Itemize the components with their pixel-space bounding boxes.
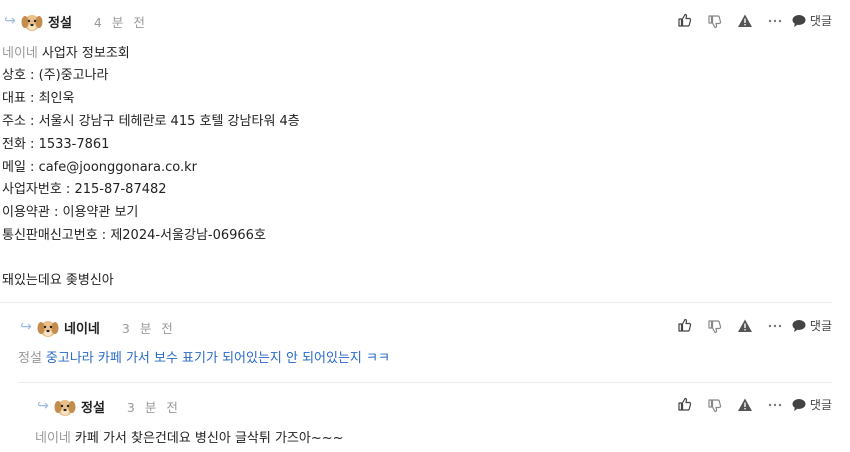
like-button[interactable] [670,11,700,29]
speech-bubble-icon [792,14,806,27]
comment-text-line: 네이네 카페 가서 찾은건데요 병신아 글삭튀 가즈아~~~ [35,430,344,448]
report-button[interactable] [730,11,760,29]
comment-time: 3 분 전 [126,399,181,415]
comment-text-line: 통신판매신고번호 : 제2024-서울강남-06966호 [2,228,266,243]
comment-text-line: 주소 : 서울시 강남구 테헤란로 415 호텔 강남타워 4층 [2,114,300,129]
mention[interactable]: 네이네 [2,46,38,61]
thumbs-down-icon [708,14,722,28]
reply-label: 댓글 [809,318,832,333]
reply-arrow-icon: ↪ [37,398,49,414]
warning-icon [737,14,752,27]
text-segment: 사업자 정보조회 [41,46,130,61]
dislike-button[interactable] [700,11,730,29]
thumbs-up-icon [678,13,692,27]
dog-avatar-icon[interactable] [20,10,44,32]
dog-avatar-icon[interactable] [53,395,77,417]
warning-icon [737,398,752,411]
reply-label: 댓글 [809,13,832,28]
warning-icon [737,319,752,332]
speech-bubble-icon [792,319,806,332]
comment-text-line: 상호 : (주)중고나라 [2,68,109,83]
reply-arrow-icon: ↪ [20,319,32,335]
comment-time: 3 분 전 [121,320,176,336]
comment-actions: 댓글 [670,395,832,413]
comment-author[interactable]: 정설 [48,12,72,31]
comment-author[interactable]: 네이네 [64,318,100,337]
mention[interactable]: 정설 [18,351,42,366]
mention[interactable]: 네이네 [35,431,71,446]
comment-text-line: 대표 : 최인욱 [2,91,75,106]
divider [18,382,832,383]
comment-text-line: 메일 : cafe@joonggonara.co.kr [2,160,197,175]
comment-actions: 댓글 [670,11,832,29]
comment-header: ↪ 정설 3 분 전 [35,395,181,417]
reply-button[interactable]: 댓글 [792,396,832,413]
dislike-button[interactable] [700,395,730,413]
more-icon [768,403,782,406]
comment-text-line: 네이네 사업자 정보조회 [2,45,130,63]
comment-actions: 댓글 [670,316,832,334]
dislike-button[interactable] [700,316,730,334]
reply-arrow-icon: ↪ [4,13,16,29]
comment-author[interactable]: 정설 [81,397,105,416]
like-button[interactable] [670,395,700,413]
speech-bubble-icon [792,398,806,411]
more-icon [768,19,782,22]
comment-text-line: 이용약관 : 이용약관 보기 [2,205,139,220]
comment-text-line: 돼있는데요 좆병신아 [2,273,114,288]
reply-button[interactable]: 댓글 [792,317,832,334]
thumbs-down-icon [708,319,722,333]
comment-header: ↪ 정설 4 분 전 [2,10,148,32]
comment-text-line: 정설 중고나라 카페 가서 보수 표기가 되어있는지 안 되어있는지 ㅋㅋ [18,350,390,368]
comment-text-line: 사업자번호 : 215-87-87482 [2,182,167,197]
more-button[interactable] [760,395,790,413]
divider [0,302,832,303]
text-segment: 카페 가서 찾은건데요 병신아 글삭튀 가즈아~~~ [74,431,344,446]
more-icon [768,324,782,327]
thumbs-up-icon [678,318,692,332]
thumbs-up-icon [678,397,692,411]
report-button[interactable] [730,395,760,413]
reply-button[interactable]: 댓글 [792,12,832,29]
reply-label: 댓글 [809,397,832,412]
report-button[interactable] [730,316,760,334]
text-segment: 중고나라 카페 가서 보수 표기가 되어있는지 안 되어있는지 ㅋㅋ [45,351,390,366]
more-button[interactable] [760,11,790,29]
thumbs-down-icon [708,398,722,412]
dog-avatar-icon[interactable] [36,316,60,338]
comment-text-line: 전화 : 1533-7861 [2,137,110,152]
like-button[interactable] [670,316,700,334]
comment-time: 4 분 전 [93,14,148,30]
more-button[interactable] [760,316,790,334]
comment-header: ↪ 네이네 3 분 전 [18,316,176,338]
